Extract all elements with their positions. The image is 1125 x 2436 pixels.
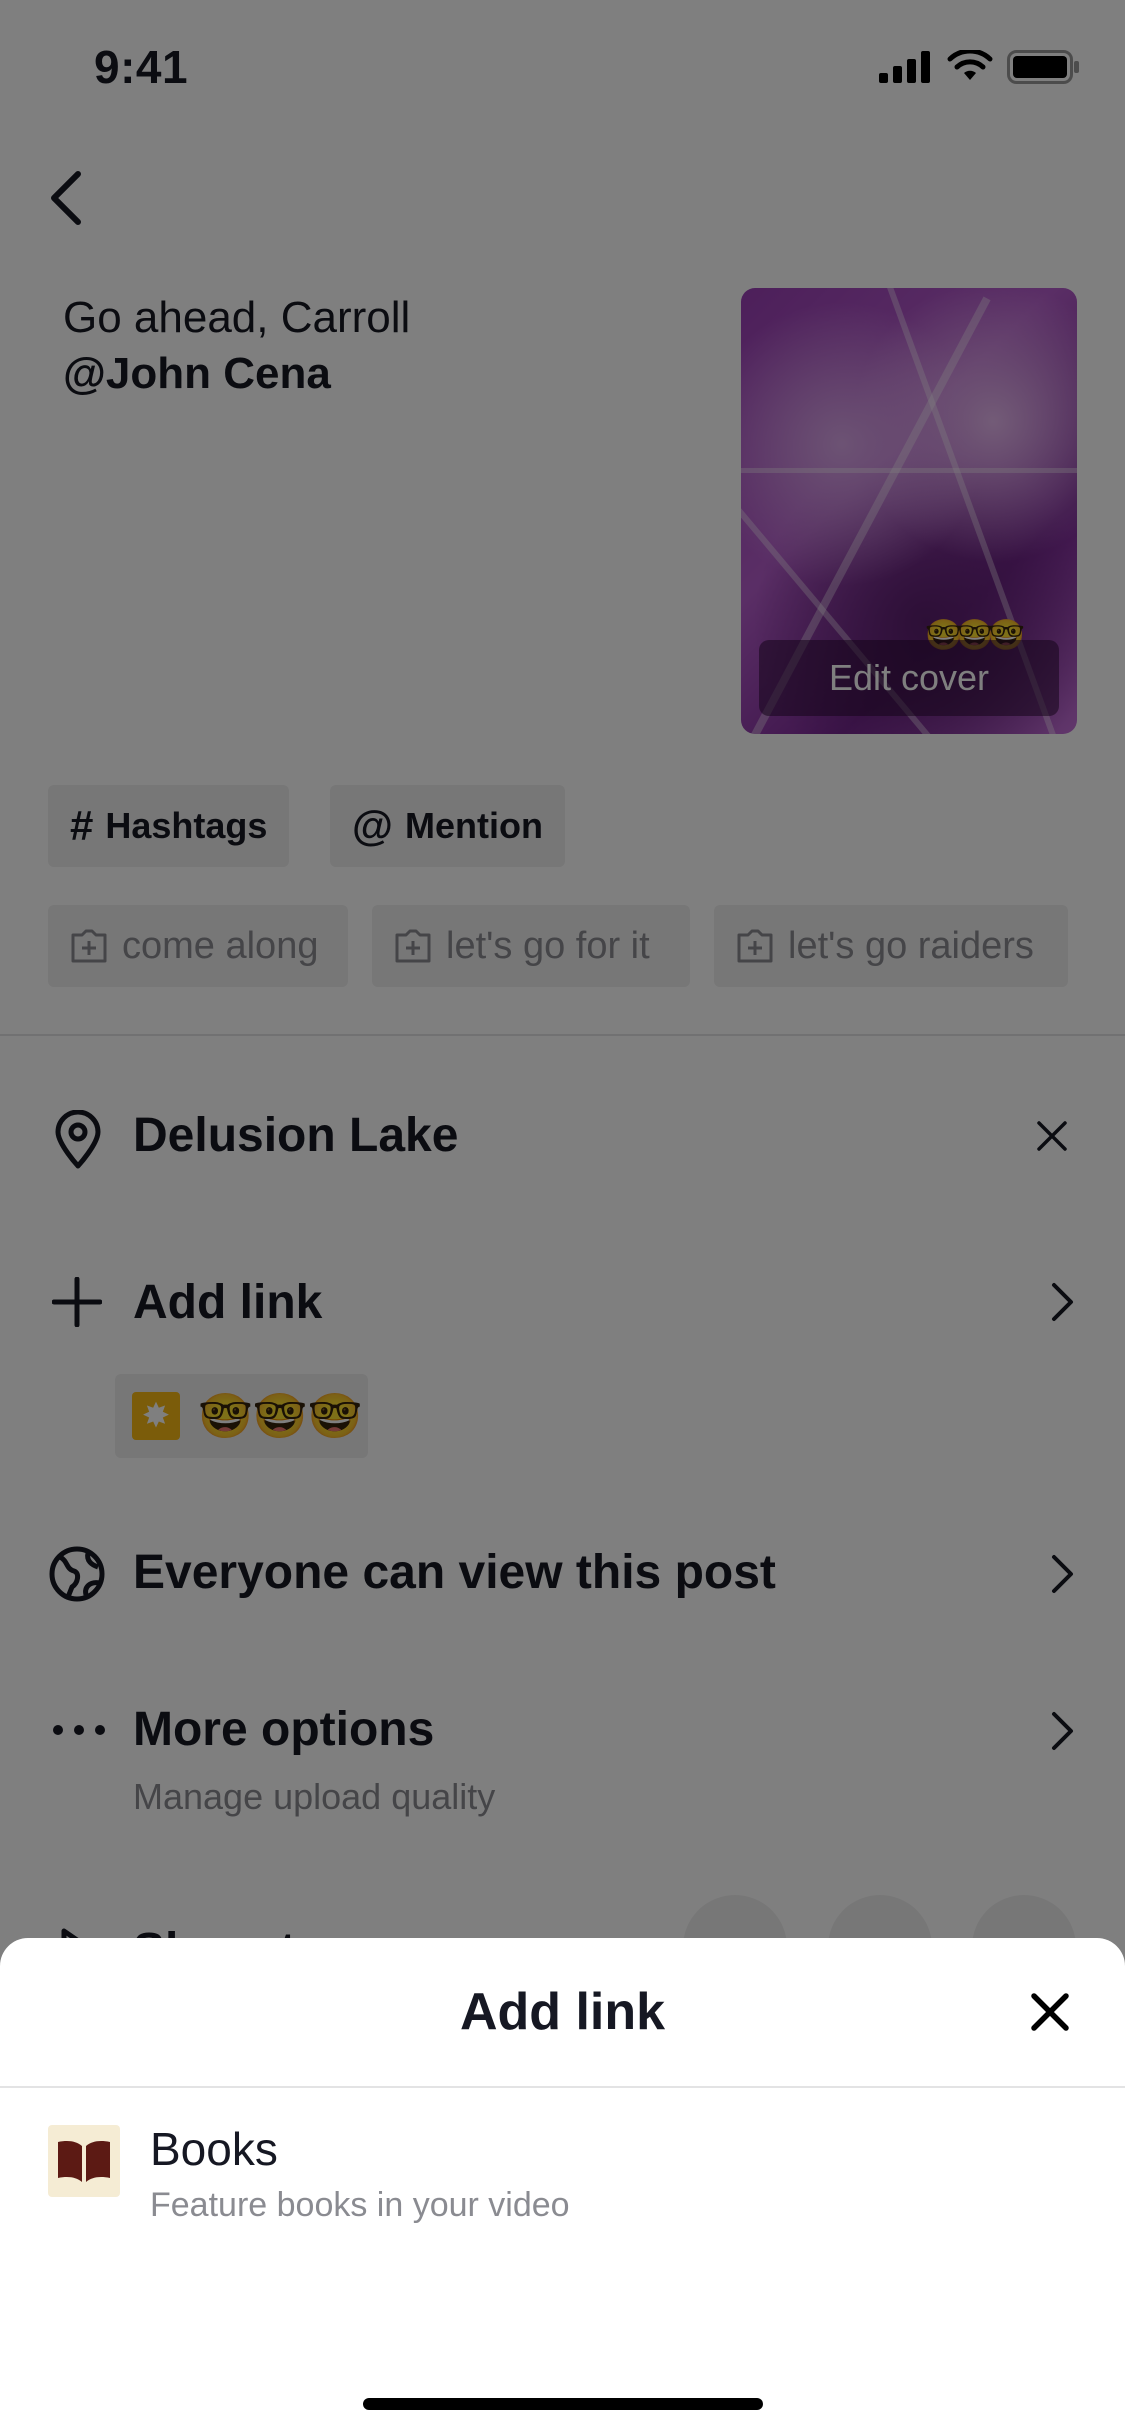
home-indicator[interactable] — [363, 2398, 763, 2410]
books-title: Books — [150, 2123, 278, 2175]
book-icon — [48, 2125, 120, 2197]
sheet-divider — [0, 2086, 1125, 2088]
add-link-sheet: Add link Books Feature books in your vid… — [0, 1938, 1125, 2436]
books-subtitle: Feature books in your video — [150, 2186, 570, 2224]
sheet-title: Add link — [459, 1983, 666, 2041]
close-icon[interactable] — [1028, 1990, 1072, 2034]
post-screen: 9:41 Go ahead, Carroll @John Cena — [0, 0, 1125, 2436]
